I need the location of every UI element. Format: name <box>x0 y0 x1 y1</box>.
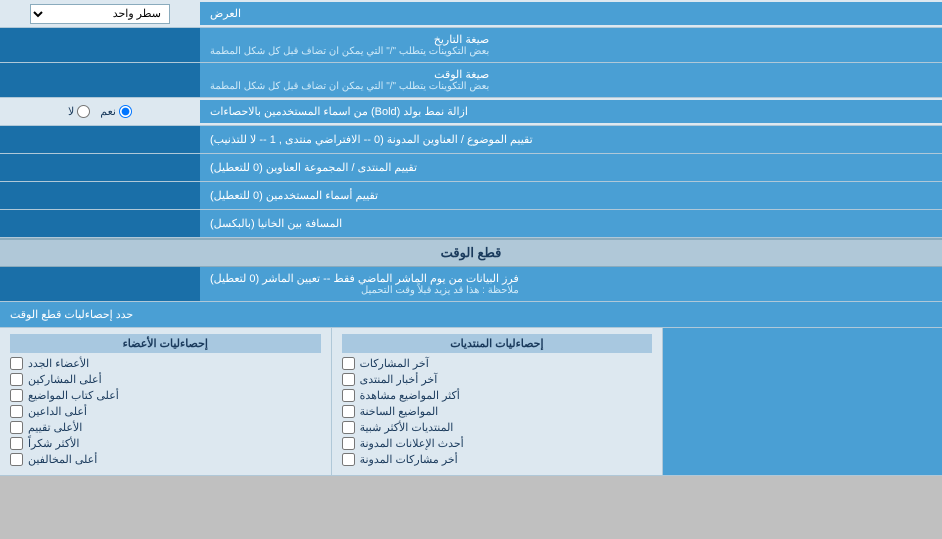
stats-checkbox-members-3[interactable] <box>10 405 23 418</box>
stats-checkbox-posts-5[interactable] <box>342 437 355 450</box>
stats-checkbox-members-4[interactable] <box>10 421 23 434</box>
space-between-row: المسافة بين الخانيا (بالبكسل) 2 <box>0 210 942 238</box>
time-format-row: صيغة الوقت بعض التكوينات يتطلب "/" التي … <box>0 63 942 98</box>
display-input[interactable]: سطر واحد <box>0 1 200 27</box>
topic-order-row: تقييم الموضوع / العناوين المدونة (0 -- ا… <box>0 126 942 154</box>
forum-order-field[interactable]: 33 <box>6 161 194 175</box>
stats-item-posts-1: آخر أخبار المنتدى <box>342 373 653 386</box>
bold-yes-label[interactable]: نعم <box>100 105 132 118</box>
date-format-label: صيغة التاريخ بعض التكوينات يتطلب "/" الت… <box>200 28 942 62</box>
stats-item-posts-3: المواضيع الساخنة <box>342 405 653 418</box>
space-between-label: المسافة بين الخانيا (بالبكسل) <box>200 210 942 237</box>
bold-no-label[interactable]: لا <box>68 105 90 118</box>
stats-checkbox-posts-4[interactable] <box>342 421 355 434</box>
stats-checkbox-members-6[interactable] <box>10 453 23 466</box>
stats-checkbox-members-5[interactable] <box>10 437 23 450</box>
display-row: العرض سطر واحد <box>0 0 942 28</box>
date-format-row: صيغة التاريخ بعض التكوينات يتطلب "/" الت… <box>0 28 942 63</box>
stats-empty-col <box>662 328 942 475</box>
time-format-label: صيغة الوقت بعض التكوينات يتطلب "/" التي … <box>200 63 942 97</box>
posts-stats-header: إحصاءليات المنتديات <box>342 334 653 353</box>
stats-item-members-4: الأعلى تقييم <box>10 421 321 434</box>
stats-item-members-5: الأكثر شكراً <box>10 437 321 450</box>
stats-item-posts-6: أخر مشاركات المدونة <box>342 453 653 466</box>
time-format-field[interactable]: H:i <box>6 73 194 87</box>
bold-remove-row: ازالة نمط بولد (Bold) من اسماء المستخدمي… <box>0 98 942 126</box>
bold-remove-options: نعم لا <box>0 102 200 121</box>
members-stats-header: إحصاءليات الأعضاء <box>10 334 321 353</box>
usernames-order-input[interactable]: 0 <box>0 182 200 209</box>
usernames-order-row: تقييم أسماء المستخدمين (0 للتعطيل) 0 <box>0 182 942 210</box>
cutoff-days-row: فرز البيانات من يوم الماشر الماضي فقط --… <box>0 267 942 302</box>
stats-grid: إحصاءليات المنتديات آخر المشاركات آخر أخ… <box>0 328 942 476</box>
stats-checkbox-posts-1[interactable] <box>342 373 355 386</box>
space-between-field[interactable]: 2 <box>6 217 194 231</box>
main-container: العرض سطر واحد صيغة التاريخ بعض التكوينا… <box>0 0 942 476</box>
stats-item-members-3: أعلى الداعين <box>10 405 321 418</box>
forum-order-input[interactable]: 33 <box>0 154 200 181</box>
usernames-order-label: تقييم أسماء المستخدمين (0 للتعطيل) <box>200 182 942 209</box>
stats-item-members-2: أعلى كتاب المواضيع <box>10 389 321 402</box>
topic-order-field[interactable]: 33 <box>6 133 194 147</box>
stats-item-members-6: أعلى المخالفين <box>10 453 321 466</box>
stats-checkbox-posts-0[interactable] <box>342 357 355 370</box>
stats-item-members-0: الأعضاء الجدد <box>10 357 321 370</box>
space-between-input[interactable]: 2 <box>0 210 200 237</box>
topic-order-input[interactable]: 33 <box>0 126 200 153</box>
display-label: العرض <box>200 2 942 25</box>
stats-checkbox-posts-3[interactable] <box>342 405 355 418</box>
cutoff-days-input[interactable]: 0 <box>0 267 200 301</box>
topic-order-label: تقييم الموضوع / العناوين المدونة (0 -- ا… <box>200 126 942 153</box>
stats-item-posts-5: أحدث الإعلانات المدونة <box>342 437 653 450</box>
members-stats-col: إحصاءليات الأعضاء الأعضاء الجدد أعلى الم… <box>0 328 331 475</box>
forum-order-row: تقييم المنتدى / المجموعة العناوين (0 للت… <box>0 154 942 182</box>
usernames-order-field[interactable]: 0 <box>6 189 194 203</box>
stats-item-posts-4: المنتديات الأكثر شبية <box>342 421 653 434</box>
cutoff-section-header: قطع الوقت <box>0 238 942 267</box>
display-select[interactable]: سطر واحد <box>30 4 170 24</box>
stats-checkbox-members-1[interactable] <box>10 373 23 386</box>
stats-item-posts-2: أكثر المواضيع مشاهدة <box>342 389 653 402</box>
stats-checkbox-posts-2[interactable] <box>342 389 355 402</box>
forum-order-label: تقييم المنتدى / المجموعة العناوين (0 للت… <box>200 154 942 181</box>
stats-item-members-1: أعلى المشاركين <box>10 373 321 386</box>
stats-checkbox-members-0[interactable] <box>10 357 23 370</box>
stats-item-posts-0: آخر المشاركات <box>342 357 653 370</box>
bold-no-radio[interactable] <box>77 105 90 118</box>
time-format-input[interactable]: H:i <box>0 63 200 97</box>
cutoff-days-field[interactable]: 0 <box>6 277 194 291</box>
bold-yes-radio[interactable] <box>119 105 132 118</box>
cutoff-days-label: فرز البيانات من يوم الماشر الماضي فقط --… <box>200 267 942 301</box>
stats-section-header: حدد إحصاءليات قطع الوقت <box>0 302 942 328</box>
date-format-field[interactable]: d-m <box>6 38 194 52</box>
posts-stats-col: إحصاءليات المنتديات آخر المشاركات آخر أخ… <box>331 328 663 475</box>
date-format-input[interactable]: d-m <box>0 28 200 62</box>
stats-checkbox-members-2[interactable] <box>10 389 23 402</box>
stats-checkbox-posts-6[interactable] <box>342 453 355 466</box>
bold-remove-label: ازالة نمط بولد (Bold) من اسماء المستخدمي… <box>200 100 942 123</box>
